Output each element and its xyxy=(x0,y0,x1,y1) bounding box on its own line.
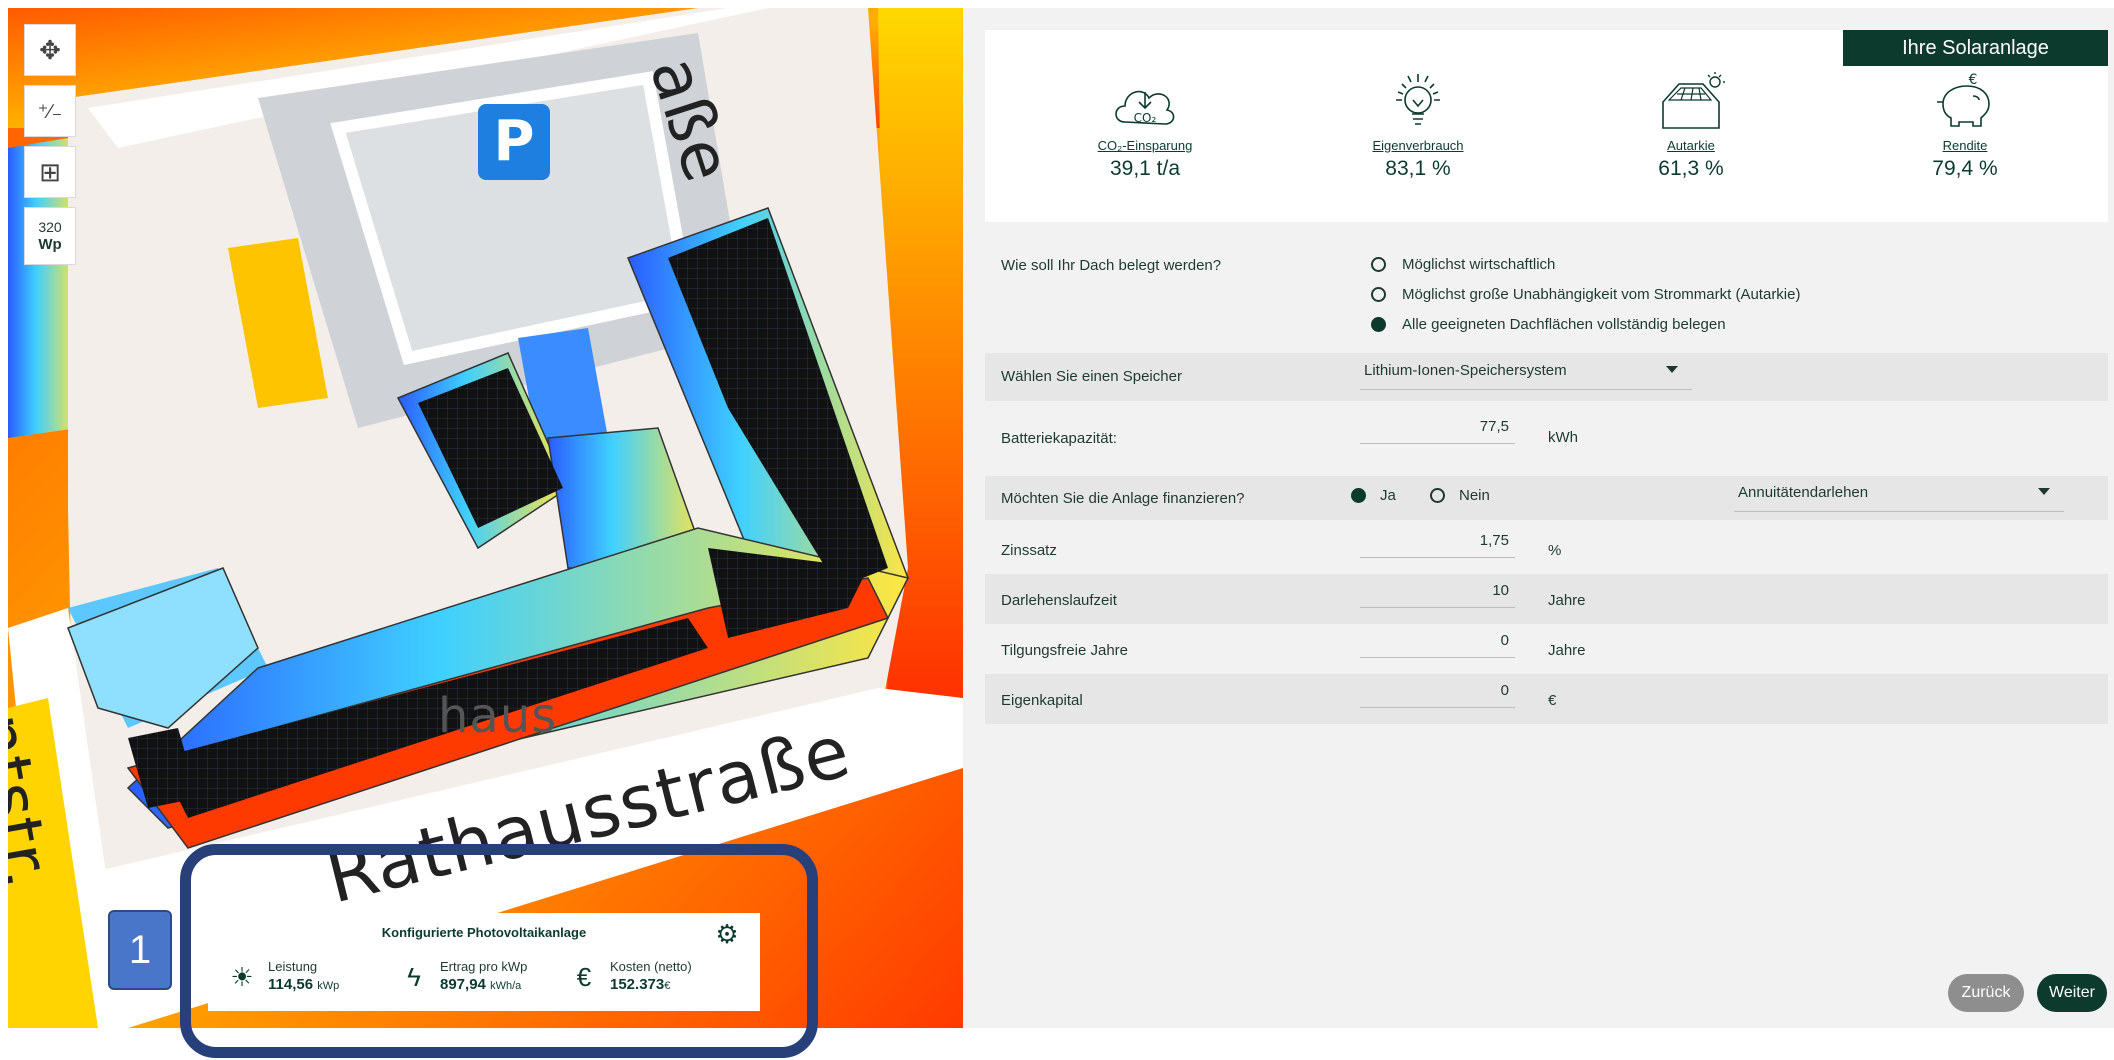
piggy-bank-icon: € xyxy=(1937,72,1990,127)
building-label: haus xyxy=(438,688,558,744)
kpi-self-consumption-value: 83,1 % xyxy=(1385,157,1451,180)
plus-minus-icon[interactable]: ⁺∕₋ xyxy=(24,85,76,137)
chevron-down-icon xyxy=(2038,488,2050,495)
battery-row: Batteriekapazität: 77,5 kWh xyxy=(985,412,2108,462)
storage-select-value: Lithium-Ionen-Speichersystem xyxy=(1364,362,1567,379)
finance-yes-label: Ja xyxy=(1380,487,1396,504)
roof-option-autarky-label: Möglichst große Unabhängigkeit vom Strom… xyxy=(1402,286,1801,303)
roof-question-label: Wie soll Ihr Dach belegt werden? xyxy=(1001,257,1222,274)
battery-label: Batteriekapazität: xyxy=(1001,430,1117,447)
equity-unit: € xyxy=(1548,692,1557,709)
kpi-co2-label[interactable]: CO₂-Einsparung xyxy=(1045,138,1245,153)
grace-row: Tilgungsfreie Jahre 0 Jahre xyxy=(985,624,2108,674)
kpi-header: Ihre Solaranlage xyxy=(1843,30,2108,66)
roof-option-full[interactable]: Alle geeigneten Dachflächen vollständig … xyxy=(1371,316,1726,333)
radio-autarky[interactable] xyxy=(1371,287,1386,302)
finance-no-option[interactable]: Nein xyxy=(1430,487,1490,504)
radio-finance-yes[interactable] xyxy=(1351,488,1366,503)
wp-value: 320 xyxy=(38,219,62,235)
finance-label: Möchten Sie die Anlage finanzieren? xyxy=(1001,490,1245,507)
solar-house-icon xyxy=(1662,72,1725,129)
equity-label: Eigenkapital xyxy=(1001,692,1083,709)
svg-text:€: € xyxy=(1969,72,1978,88)
equity-row: Eigenkapital 0 € xyxy=(985,674,2108,724)
kpi-autarky-value: 61,3 % xyxy=(1658,157,1724,180)
term-row: Darlehenslaufzeit 10 Jahre xyxy=(985,574,2108,624)
kpi-self-consumption: Eigenverbrauch 83,1 % xyxy=(1318,70,1518,181)
battery-input[interactable]: 77,5 xyxy=(1360,418,1515,444)
next-button[interactable]: Weiter xyxy=(2037,974,2107,1012)
kpi-box: Ihre Solaranlage CO₂ CO₂-Einsparung 39,1… xyxy=(985,30,2108,222)
kpi-return-label[interactable]: Rendite xyxy=(1865,138,2065,153)
loan-type-value: Annuitätendarlehen xyxy=(1738,484,1869,501)
panel-grid-icon[interactable]: ⊞ xyxy=(24,146,76,198)
finance-no-label: Nein xyxy=(1459,487,1490,504)
finance-row: Möchten Sie die Anlage finanzieren? Ja N… xyxy=(985,476,2108,520)
storage-row: Wählen Sie einen Speicher Lithium-Ionen-… xyxy=(985,353,2108,401)
kpi-return-value: 79,4 % xyxy=(1932,157,1998,180)
kpi-co2-value: 39,1 t/a xyxy=(1109,157,1181,180)
storage-select[interactable]: Lithium-Ionen-Speichersystem xyxy=(1360,356,1692,390)
move-icon[interactable]: ✥ xyxy=(24,24,76,76)
config-panel: Ihre Solaranlage CO₂ CO₂-Einsparung 39,1… xyxy=(963,8,2114,1028)
term-input[interactable]: 10 xyxy=(1360,582,1515,608)
lightbulb-icon xyxy=(1396,74,1440,125)
battery-unit: kWh xyxy=(1548,429,1578,446)
map-toolbar: ✥ ⁺∕₋ ⊞ 320 Wp xyxy=(24,24,76,265)
interest-row: Zinssatz 1,75 % xyxy=(985,526,2108,574)
roof-option-autarky[interactable]: Möglichst große Unabhängigkeit vom Strom… xyxy=(1371,286,1800,303)
svg-text:P: P xyxy=(493,109,534,174)
term-label: Darlehenslaufzeit xyxy=(1001,592,1117,609)
roof-option-economic[interactable]: Möglichst wirtschaftlich xyxy=(1371,256,1555,273)
interest-unit: % xyxy=(1548,542,1562,559)
radio-full[interactable] xyxy=(1371,317,1386,332)
kpi-self-consumption-label[interactable]: Eigenverbrauch xyxy=(1318,138,1518,153)
grace-input[interactable]: 0 xyxy=(1360,632,1515,658)
roof-option-economic-label: Möglichst wirtschaftlich xyxy=(1402,256,1556,273)
roof-option-full-label: Alle geeigneten Dachflächen vollständig … xyxy=(1402,316,1726,333)
kpi-autarky: Autarkie 61,3 % xyxy=(1591,70,1791,181)
equity-input[interactable]: 0 xyxy=(1360,682,1515,708)
annotation-frame xyxy=(180,844,818,1058)
chevron-down-icon xyxy=(1666,366,1678,373)
roof-question-row: Wie soll Ihr Dach belegt werden? Möglich… xyxy=(985,248,2108,348)
loan-type-select[interactable]: Annuitätendarlehen xyxy=(1734,478,2064,512)
interest-label: Zinssatz xyxy=(1001,542,1057,559)
wp-unit: Wp xyxy=(38,236,62,253)
kpi-return: € Rendite 79,4 % xyxy=(1865,70,2065,181)
interest-input[interactable]: 1,75 xyxy=(1360,532,1515,558)
annotation-badge: 1 xyxy=(108,910,172,990)
radio-economic[interactable] xyxy=(1371,257,1386,272)
storage-label: Wählen Sie einen Speicher xyxy=(1001,368,1182,385)
svg-text:CO₂: CO₂ xyxy=(1134,111,1157,125)
term-unit: Jahre xyxy=(1548,592,1586,609)
kpi-autarky-label[interactable]: Autarkie xyxy=(1591,138,1791,153)
kpi-co2: CO₂ CO₂-Einsparung 39,1 t/a xyxy=(1045,70,1245,181)
co2-cloud-icon: CO₂ xyxy=(1115,90,1175,125)
grace-label: Tilgungsfreie Jahre xyxy=(1001,642,1129,659)
grace-unit: Jahre xyxy=(1548,642,1586,659)
finance-yes-option[interactable]: Ja xyxy=(1351,487,1396,504)
back-button[interactable]: Zurück xyxy=(1948,974,2024,1012)
wp-module-button[interactable]: 320 Wp xyxy=(24,207,76,265)
radio-finance-no[interactable] xyxy=(1430,488,1445,503)
